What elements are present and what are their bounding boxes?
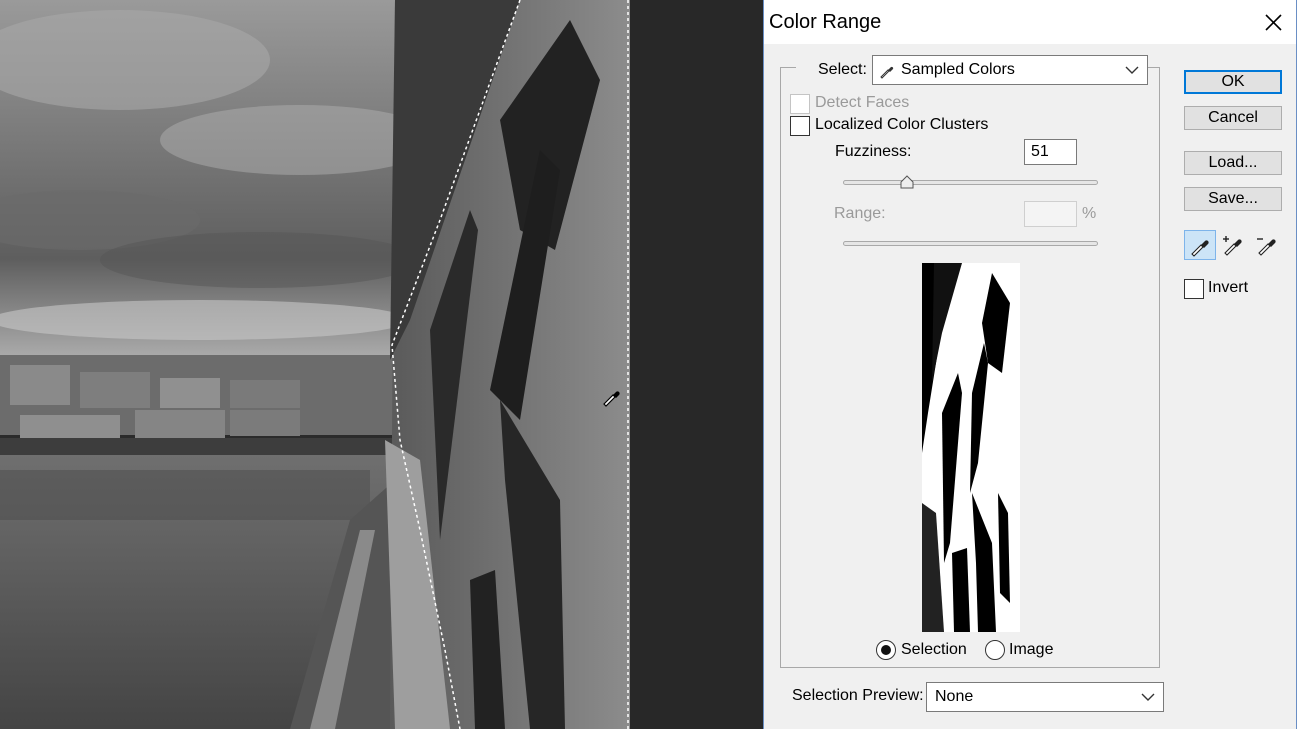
select-label: Select:	[818, 61, 867, 78]
selection-preview-label: Selection Preview:	[792, 687, 924, 704]
eyedropper-icon	[880, 66, 894, 79]
eyedropper-cursor-icon	[603, 391, 620, 407]
chevron-down-icon	[1125, 66, 1139, 74]
ok-button[interactable]: OK	[1184, 70, 1282, 94]
cancel-button[interactable]: Cancel	[1184, 106, 1282, 130]
selection-radio-label: Selection	[901, 641, 967, 658]
load-button[interactable]: Load...	[1184, 151, 1282, 175]
fuzziness-slider-thumb[interactable]	[900, 175, 914, 189]
save-button[interactable]: Save...	[1184, 187, 1282, 211]
select-dropdown[interactable]: Sampled Colors	[872, 55, 1148, 85]
eyedropper-add-tool[interactable]	[1218, 230, 1250, 260]
selection-radio-dot	[881, 645, 891, 655]
image-canvas[interactable]	[0, 0, 630, 729]
range-label: Range:	[834, 205, 886, 222]
invert-label: Invert	[1208, 279, 1249, 296]
fuzziness-input[interactable]: 51	[1024, 139, 1077, 165]
image-radio[interactable]	[985, 640, 1005, 660]
color-range-dialog: Color Range Select: Sampled Colors Detec…	[763, 0, 1297, 729]
invert-checkbox[interactable]	[1184, 279, 1204, 299]
eyedropper-subtract-tool[interactable]	[1252, 230, 1284, 260]
photo	[0, 0, 630, 729]
fuzziness-label: Fuzziness:	[835, 143, 912, 160]
image-radio-label: Image	[1009, 641, 1054, 658]
title-bar[interactable]: Color Range	[764, 0, 1296, 44]
selection-preview-dropdown[interactable]: None	[926, 682, 1164, 712]
range-slider-track	[843, 241, 1098, 246]
eyedropper-plus-icon	[1223, 236, 1242, 256]
localized-color-clusters-label: Localized Color Clusters	[815, 116, 989, 133]
selection-mask-image	[922, 263, 1020, 632]
eyedropper-tool[interactable]	[1184, 230, 1216, 260]
workspace-background	[630, 0, 763, 729]
selection-radio[interactable]	[876, 640, 896, 660]
select-value: Sampled Colors	[901, 61, 1015, 78]
range-input	[1024, 201, 1077, 227]
range-unit: %	[1082, 205, 1097, 222]
fuzziness-slider-track[interactable]	[843, 180, 1098, 185]
selection-preview-value: None	[935, 688, 974, 705]
chevron-down-icon	[1141, 693, 1155, 701]
close-icon[interactable]	[1256, 6, 1290, 38]
detect-faces-checkbox	[790, 94, 810, 114]
eyedropper-minus-icon	[1257, 238, 1276, 256]
dialog-title: Color Range	[769, 11, 882, 33]
eyedropper-icon	[1191, 240, 1209, 257]
localized-color-clusters-checkbox[interactable]	[790, 116, 810, 136]
detect-faces-label: Detect Faces	[815, 94, 910, 111]
selection-preview-thumbnail	[922, 263, 1020, 632]
